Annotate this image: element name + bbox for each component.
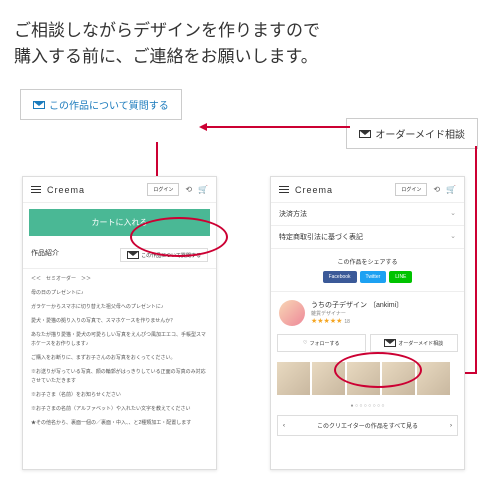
question-button-label: この作品について質問する (49, 97, 169, 112)
chevron-down-icon: ⌄ (450, 209, 456, 219)
headline-line2: 購入する前に、ご連絡をお願いします。 (14, 44, 486, 70)
thumbnail[interactable] (417, 362, 450, 395)
arrow-vert (475, 146, 477, 372)
logo: Creema (47, 185, 85, 195)
arrow-right (205, 126, 350, 128)
login-button[interactable]: ログイン (147, 183, 179, 196)
phone-header: Creema ログイン ⟲ 🛒 (23, 177, 216, 203)
envelope-icon (359, 130, 371, 138)
cart-icon[interactable]: 🛒 (198, 185, 208, 194)
order-made-button-label: オーダーメイド相談 (375, 126, 465, 141)
carousel-dots: ● ○ ○ ○ ○ ○ ○ ○ (271, 401, 464, 411)
thumbnail[interactable] (312, 362, 345, 395)
facebook-button[interactable]: Facebook (323, 271, 357, 283)
payment-row[interactable]: 決済方法⌄ (271, 203, 464, 226)
thumbnail[interactable] (347, 362, 380, 395)
thumbnail[interactable] (382, 362, 415, 395)
phone-header: Creema ログイン ⟲ 🛒 (271, 177, 464, 203)
intro-section: 作品紹介 この作品について質問する (23, 242, 216, 269)
see-all-button[interactable]: ‹このクリエイターの作品をすべて見る› (277, 415, 458, 436)
chevron-left-icon: ‹ (283, 423, 285, 429)
creator-subtitle: 雑貨デザイナー (311, 310, 403, 317)
creator-block: うちの子デザイン 〔ankimi〕 雑貨デザイナー ★★★★★ 18 (271, 292, 464, 330)
product-description: ＜＜ セミオーダー ＞＞ 母の日のプレゼントに♪ ガラケーからスマホに切り替えた… (23, 269, 216, 439)
phone-mock-right: Creema ログイン ⟲ 🛒 決済方法⌄ 特定商取引法に基づく表記⌄ この作品… (270, 176, 465, 470)
rating-stars: ★★★★★ 18 (311, 317, 403, 325)
headline: ご相談しながらデザインを作りますので 購入する前に、ご連絡をお願いします。 (0, 0, 500, 79)
thumbnail-grid (271, 356, 464, 401)
thumbnail[interactable] (277, 362, 310, 395)
intro-label: 作品紹介 (31, 248, 59, 262)
law-row[interactable]: 特定商取引法に基づく表記⌄ (271, 226, 464, 249)
history-icon[interactable]: ⟲ (433, 185, 440, 194)
headline-line1: ご相談しながらデザインを作りますので (14, 18, 486, 44)
line-button[interactable]: LINE (389, 271, 412, 283)
menu-icon[interactable] (31, 184, 41, 195)
order-made-button[interactable]: オーダーメイド相談 (346, 118, 478, 149)
avatar (279, 300, 305, 326)
share-label: この作品をシェアする (271, 257, 464, 266)
chevron-down-icon: ⌄ (450, 232, 456, 242)
mini-question-button[interactable]: この作品について質問する (120, 248, 208, 262)
chevron-right-icon: › (450, 423, 452, 429)
share-section: この作品をシェアする Facebook Twitter LINE (271, 249, 464, 292)
cart-icon[interactable]: 🛒 (446, 185, 456, 194)
logo: Creema (295, 185, 333, 195)
envelope-icon (384, 339, 396, 347)
question-button[interactable]: この作品について質問する (20, 89, 182, 120)
menu-icon[interactable] (279, 184, 289, 195)
login-button[interactable]: ログイン (395, 183, 427, 196)
envelope-icon (33, 101, 45, 109)
follow-button[interactable]: ♡ フォローする (277, 334, 366, 352)
add-to-cart-banner[interactable]: カートに入れる (29, 209, 210, 236)
twitter-button[interactable]: Twitter (360, 271, 387, 283)
creator-name: うちの子デザイン 〔ankimi〕 (311, 300, 403, 310)
envelope-icon (127, 251, 139, 259)
order-made-mini-button[interactable]: オーダーメイド相談 (370, 334, 459, 352)
phone-mock-left: Creema ログイン ⟲ 🛒 カートに入れる 作品紹介 この作品について質問す… (22, 176, 217, 470)
history-icon[interactable]: ⟲ (185, 185, 192, 194)
